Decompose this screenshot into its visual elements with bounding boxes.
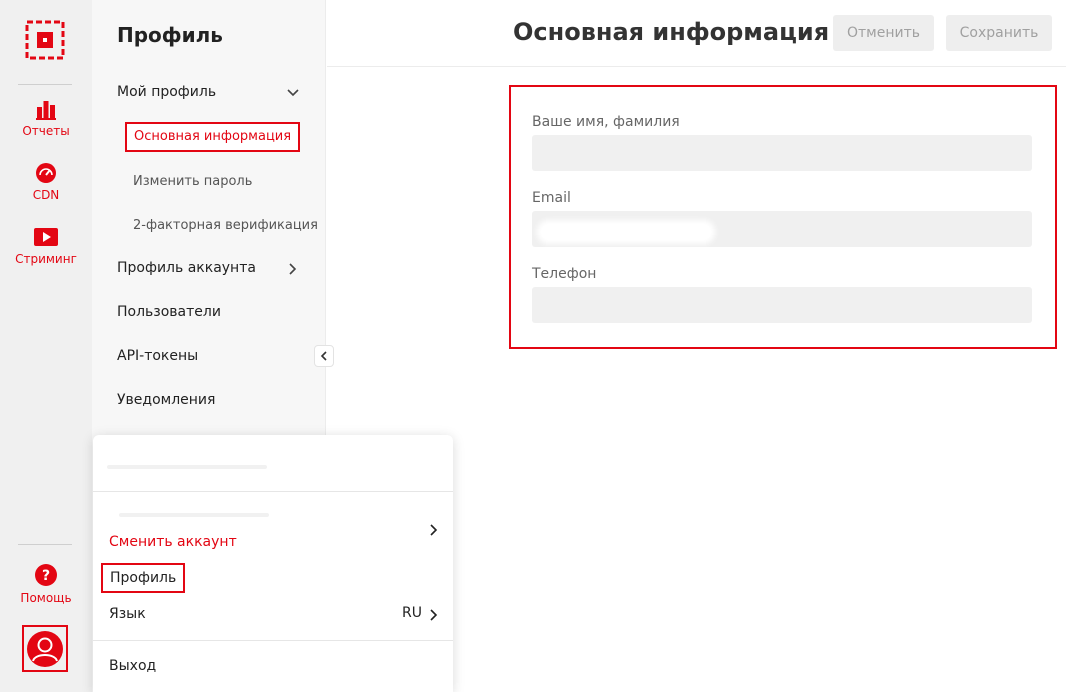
logout-menu-item[interactable]: Выход <box>109 658 156 674</box>
chevron-right-icon[interactable] <box>286 262 298 276</box>
popup-divider <box>93 640 453 641</box>
sidebar-subitem-basic-info[interactable]: Основная информация <box>125 122 301 152</box>
sidebar-item-notifications[interactable]: Уведомления <box>117 392 215 408</box>
switch-account-link[interactable]: Сменить аккаунт <box>109 534 237 550</box>
sidebar-item-users[interactable]: Пользователи <box>117 304 221 320</box>
redacted-account-name <box>119 513 269 517</box>
rail-item-label: Помощь <box>20 591 72 605</box>
sidebar-subitem-change-password[interactable]: Изменить пароль <box>133 174 252 189</box>
sidebar-item-api-tokens[interactable]: API-токены <box>117 348 198 364</box>
chevron-left-icon <box>320 351 327 361</box>
speedometer-icon <box>36 163 56 183</box>
rail-divider <box>18 544 72 545</box>
bar-chart-icon <box>36 101 56 120</box>
rail-item-label: Отчеты <box>22 124 70 138</box>
cancel-button[interactable]: Отменить <box>833 15 934 51</box>
sidebar-subitem-2fa[interactable]: 2-факторная верификация <box>133 218 318 233</box>
chevron-down-icon[interactable] <box>286 87 300 99</box>
popup-divider <box>93 491 453 492</box>
redacted-user-name <box>107 465 267 469</box>
page-title: Основная информация <box>513 18 830 46</box>
user-avatar-button[interactable] <box>22 625 68 672</box>
basic-info-form: Ваше имя, фамилия Email Телефон <box>509 85 1057 349</box>
play-icon <box>34 228 58 246</box>
redacted-email <box>541 224 711 240</box>
rail-divider <box>18 84 72 85</box>
sidebar-title: Профиль <box>117 23 223 47</box>
language-value[interactable]: RU <box>402 605 422 621</box>
logo-icon[interactable] <box>25 20 65 60</box>
profile-menu-item[interactable]: Профиль <box>101 563 186 593</box>
language-menu-item[interactable]: Язык <box>109 606 146 622</box>
phone-label: Телефон <box>532 266 597 282</box>
email-label: Email <box>532 190 571 206</box>
avatar-icon <box>27 630 63 667</box>
name-input[interactable] <box>532 135 1032 171</box>
phone-input[interactable] <box>532 287 1032 323</box>
rail-item-label: Стриминг <box>15 252 77 266</box>
rail-item-cdn[interactable]: CDN <box>0 162 92 202</box>
rail-item-help[interactable]: ? Помощь <box>0 563 92 605</box>
chevron-right-icon[interactable] <box>427 523 439 537</box>
rail-item-reports[interactable]: Отчеты <box>0 98 92 138</box>
svg-text:?: ? <box>42 568 50 584</box>
rail-item-label: CDN <box>32 188 60 202</box>
rail-item-streaming[interactable]: Стриминг <box>0 226 92 266</box>
app-rail: Отчеты CDN Стриминг ? Помощь <box>0 0 92 692</box>
save-button[interactable]: Сохранить <box>946 15 1052 51</box>
sidebar-item-account-profile[interactable]: Профиль аккаунта <box>117 260 256 276</box>
sidebar-collapse-button[interactable] <box>314 345 334 367</box>
page-header: Основная информация Отменить Сохранить <box>327 0 1066 67</box>
help-icon: ? <box>35 564 57 586</box>
user-menu-popup: Сменить аккаунт Профиль Язык RU Выход <box>93 435 453 692</box>
name-label: Ваше имя, фамилия <box>532 114 680 130</box>
sidebar-item-my-profile[interactable]: Мой профиль <box>117 84 216 100</box>
chevron-right-icon[interactable] <box>427 608 439 622</box>
